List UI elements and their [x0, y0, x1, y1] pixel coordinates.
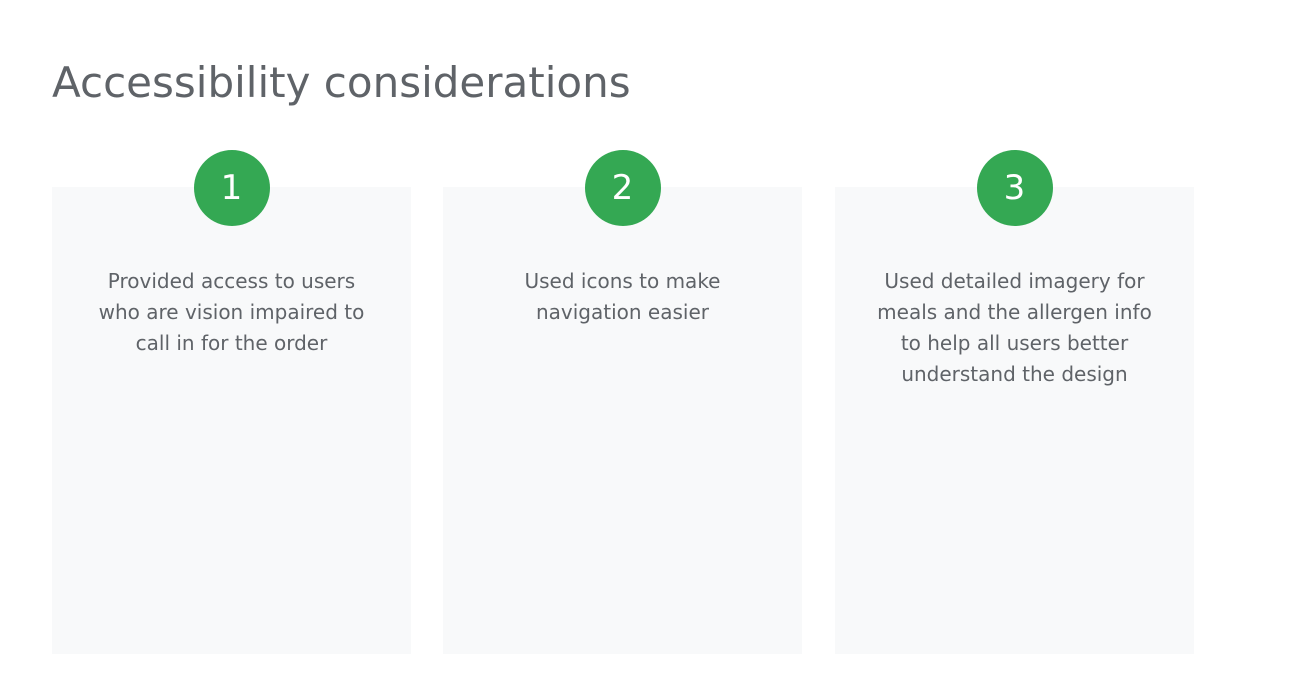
consideration-text-3: Used detailed imagery for meals and the …: [877, 269, 1152, 386]
consideration-text-2: Used icons to make navigation easier: [524, 269, 721, 324]
consideration-text-1: Provided access to users who are vision …: [98, 269, 365, 355]
step-number-badge-2: 2: [584, 150, 661, 226]
consideration-card-2: 2 Used icons to make navigation easier: [443, 150, 802, 654]
consideration-card-3: 3 Used detailed imagery for meals and th…: [835, 150, 1194, 654]
page-title: Accessibility considerations: [52, 58, 631, 107]
consideration-card-1: 1 Provided access to users who are visio…: [52, 150, 411, 654]
slide: Accessibility considerations 1 Provided …: [0, 0, 1310, 678]
step-number-badge-3: 3: [976, 150, 1053, 226]
step-number-badge-1: 1: [193, 150, 270, 226]
